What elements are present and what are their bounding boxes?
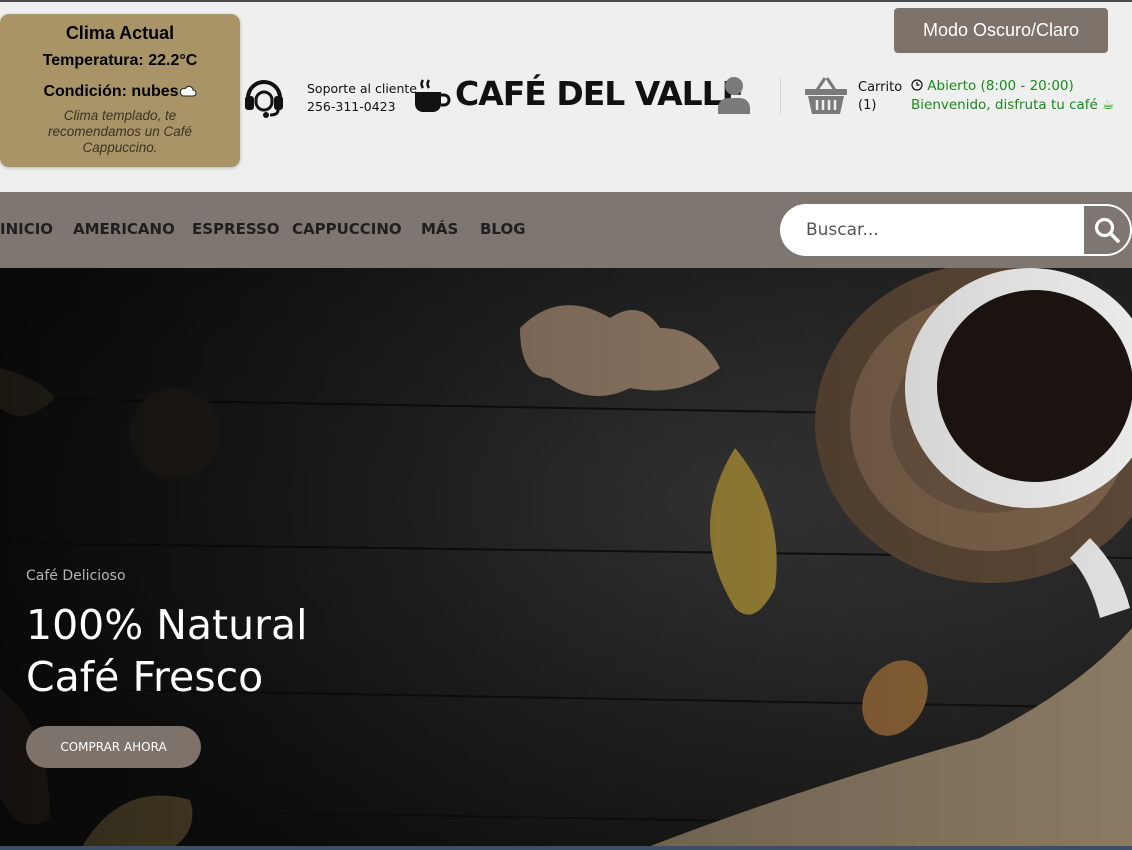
weather-condition-row: Condición: nubes: [0, 83, 240, 101]
hero-banner: Café Delicioso 100% Natural Café Fresco …: [0, 268, 1132, 850]
top-border: [0, 0, 1132, 2]
headset-icon: [245, 80, 283, 118]
weather-title: Clima Actual: [65, 23, 175, 43]
cloud-icon: [179, 85, 196, 97]
nav-item-blog[interactable]: BLOG: [480, 220, 526, 238]
nav-item-cappuccino[interactable]: CAPPUCCINO: [292, 220, 402, 238]
welcome-message: Bienvenido, disfruta tu café: [911, 97, 1098, 113]
weather-temperature: Temperatura: 22.2°C: [42, 52, 198, 69]
weather-widget: Clima Actual Temperatura: 22.2°C Condici…: [0, 14, 240, 167]
search-input[interactable]: [780, 204, 1082, 256]
buy-now-button[interactable]: COMPRAR AHORA: [26, 726, 201, 768]
hero-subtitle: Café Delicioso: [26, 568, 126, 584]
main-navbar: INICIO AMERICANO ESPRESSO CAPPUCCINO MÁS…: [0, 192, 1132, 268]
search-button[interactable]: [1082, 204, 1132, 256]
support-label: Soporte al cliente: [307, 81, 417, 96]
header-divider: [780, 78, 781, 114]
nav-item-inicio[interactable]: INICIO: [0, 220, 53, 238]
hero-title: 100% Natural Café Fresco: [26, 599, 307, 703]
store-status: Abierto (8:00 - 20:00) Bienvenido, disfr…: [911, 77, 1114, 115]
support-phone: 256-311-0423: [307, 99, 396, 114]
cart[interactable]: Carrito (1): [858, 79, 902, 115]
user-icon[interactable]: [716, 76, 752, 114]
coffee-cup-icon: [415, 79, 451, 112]
nav-item-mas[interactable]: MÁS: [421, 220, 458, 238]
opening-hours: Abierto (8:00 - 20:00): [927, 78, 1074, 94]
dark-mode-toggle-button[interactable]: Modo Oscuro/Claro: [894, 8, 1108, 53]
nav-item-espresso[interactable]: ESPRESSO: [192, 220, 280, 238]
clock-icon: [911, 79, 923, 91]
weather-condition: Condición: nubes: [43, 83, 179, 100]
nav-item-americano[interactable]: AMERICANO: [73, 220, 175, 238]
weather-recommendation: Clima templado, te recomendamos un Café …: [47, 108, 193, 155]
hero-title-line1: 100% Natural: [26, 601, 308, 649]
brand-name[interactable]: CAFÉ DEL VALLE: [455, 74, 744, 113]
basket-icon[interactable]: [803, 76, 849, 116]
customer-support: Soporte al cliente 256-311-0423: [307, 80, 417, 116]
cart-count: (1): [858, 98, 877, 113]
cart-label: Carrito: [858, 80, 903, 95]
coffee-emoji-icon: ☕: [1102, 97, 1115, 113]
search-icon: [1094, 217, 1120, 243]
hero-title-line2: Café Fresco: [26, 653, 264, 701]
bottom-edge: [0, 846, 1132, 850]
